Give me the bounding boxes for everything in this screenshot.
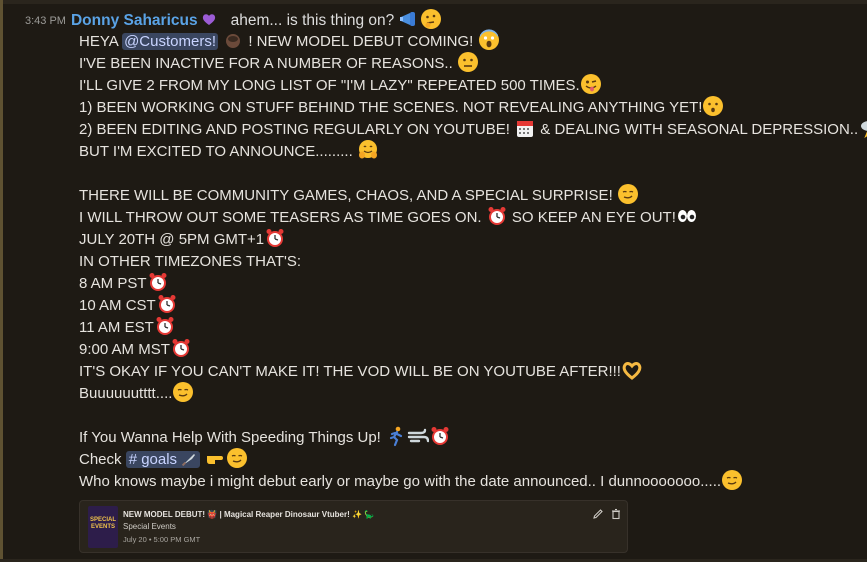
- smirk-face-icon: [172, 381, 194, 403]
- message-line: 1) BEEN WORKING ON STUFF BEHIND THE SCEN…: [79, 95, 859, 119]
- text: 8 AM PST: [79, 275, 147, 292]
- channel-name: # goals: [128, 451, 178, 468]
- scream-face-icon: [478, 29, 500, 51]
- timestamp[interactable]: 3:43 PM: [25, 15, 66, 27]
- message-line: IT'S OKAY IF YOU CAN'T MAKE IT! THE VOD …: [79, 361, 859, 383]
- message-line: 2) BEEN EDITING AND POSTING REGULARLY ON…: [79, 117, 867, 141]
- alarm-clock-icon: [486, 205, 508, 227]
- text: 2) BEEN EDITING AND POSTING REGULARLY ON…: [79, 121, 515, 138]
- smirk-face-icon: [721, 469, 743, 491]
- text: IT'S OKAY IF YOU CAN'T MAKE IT! THE VOD …: [79, 363, 621, 380]
- text: 1) BEEN WORKING ON STUFF BEHIND THE SCEN…: [79, 99, 703, 116]
- text: 9:00 AM MST: [79, 341, 170, 358]
- alarm-clock-icon: [154, 315, 176, 337]
- running-man-icon: [385, 425, 407, 447]
- neutral-face-icon: [457, 51, 479, 73]
- chat-message: 3:43 PM Donny Saharicus ahem... is this …: [0, 0, 867, 562]
- text: I'LL GIVE 2 FROM MY LONG LIST OF "I'M LA…: [79, 77, 580, 94]
- alarm-clock-icon: [429, 425, 451, 447]
- message-line: 10 AM CST: [79, 295, 859, 317]
- text: BUT I'M EXCITED TO ANNOUNCE.........: [79, 143, 353, 160]
- heart-hands-icon: [621, 359, 643, 381]
- event-embed[interactable]: SPECIAL EVENTS NEW MODEL DEBUT! 👹 | Magi…: [79, 500, 628, 553]
- dash-icon: [407, 425, 430, 447]
- message-line: I'LL GIVE 2 FROM MY LONG LIST OF "I'M LA…: [79, 73, 859, 97]
- event-title[interactable]: NEW MODEL DEBUT! 👹 | Magical Reaper Dino…: [123, 510, 374, 519]
- thinking-face-icon: [420, 8, 442, 30]
- message-line: 9:00 AM MST: [79, 339, 859, 361]
- text: ! NEW MODEL DEBUT COMING!: [244, 33, 474, 50]
- message-line: If You Wanna Help With Speeding Things U…: [79, 425, 859, 449]
- role-mention[interactable]: @Customers!: [122, 33, 218, 50]
- text: & DEALING WITH SEASONAL DEPRESSION..: [536, 121, 859, 138]
- coffee-icon: [222, 29, 244, 51]
- eyes-icon: [676, 205, 698, 227]
- text: I'VE BEEN INACTIVE FOR A NUMBER OF REASO…: [79, 55, 453, 72]
- pencil-icon[interactable]: [592, 507, 604, 519]
- smirk-face-icon: [617, 183, 639, 205]
- message-line: I'VE BEEN INACTIVE FOR A NUMBER OF REASO…: [79, 51, 859, 75]
- message-line: Buuuuuutttt....: [79, 381, 859, 405]
- alarm-clock-icon: [170, 337, 192, 359]
- event-thumbnail: SPECIAL EVENTS: [88, 506, 118, 548]
- message-body: HEYA @Customers! ! NEW MODEL DEBUT COMIN…: [79, 29, 867, 493]
- hushed-face-icon: [702, 95, 724, 117]
- smirk-face-icon: [226, 447, 248, 469]
- message-line: I WILL THROW OUT SOME TEASERS AS TIME GO…: [79, 207, 859, 229]
- event-subtitle: Special Events: [123, 522, 176, 531]
- text: JULY 20TH @ 5PM GMT+1: [79, 231, 265, 248]
- text: I WILL THROW OUT SOME TEASERS AS TIME GO…: [79, 209, 486, 226]
- alarm-clock-icon: [156, 293, 178, 315]
- message-line: Who knows maybe i might debut early or m…: [79, 469, 859, 493]
- purple-heart-icon: [201, 11, 217, 32]
- mention-highlight-bar: [0, 0, 3, 562]
- message-line: IN OTHER TIMEZONES THAT'S:: [79, 251, 859, 273]
- message-line: JULY 20TH @ 5PM GMT+1: [79, 229, 859, 251]
- divider-top: [0, 0, 867, 4]
- text: If You Wanna Help With Speeding Things U…: [79, 429, 381, 446]
- message-line: HEYA @Customers! ! NEW MODEL DEBUT COMIN…: [79, 29, 859, 53]
- message-line: THERE WILL BE COMMUNITY GAMES, CHAOS, AN…: [79, 183, 859, 207]
- storm-cloud-icon: [858, 117, 867, 139]
- hugging-face-icon: [357, 139, 379, 161]
- status-text: ahem... is this thing on?: [230, 12, 395, 29]
- pointing-right-icon: [204, 447, 226, 469]
- author-name[interactable]: Donny Saharicus: [71, 12, 198, 30]
- message-line: 8 AM PST: [79, 273, 859, 295]
- text: Check: [79, 451, 126, 468]
- message-line: Check # goals: [79, 447, 859, 471]
- message-line: BUT I'M EXCITED TO ANNOUNCE.........: [79, 139, 859, 163]
- text: THERE WILL BE COMMUNITY GAMES, CHAOS, AN…: [79, 187, 613, 204]
- alarm-clock-icon: [147, 271, 169, 293]
- message-line: 11 AM EST: [79, 317, 859, 339]
- channel-link-goals[interactable]: # goals: [125, 451, 201, 468]
- text: SO KEEP AN EYE OUT!: [507, 209, 676, 226]
- text: Who knows maybe i might debut early or m…: [79, 473, 722, 490]
- megaphone-icon: [398, 8, 420, 30]
- knife-icon: [181, 451, 197, 467]
- text: 11 AM EST: [79, 319, 154, 336]
- text: HEYA: [79, 33, 123, 50]
- text: 10 AM CST: [79, 297, 156, 314]
- calendar-icon: [514, 117, 536, 139]
- thumbnail-text: SPECIAL EVENTS: [89, 517, 116, 530]
- trash-icon[interactable]: [610, 507, 622, 520]
- text: IN OTHER TIMEZONES THAT'S:: [79, 253, 302, 270]
- event-date: July 20 • 5:00 PM GMT: [123, 535, 201, 544]
- alarm-clock-icon: [264, 227, 286, 249]
- text: Buuuuuutttt....: [79, 385, 173, 402]
- wink-tongue-face-icon: [580, 73, 602, 95]
